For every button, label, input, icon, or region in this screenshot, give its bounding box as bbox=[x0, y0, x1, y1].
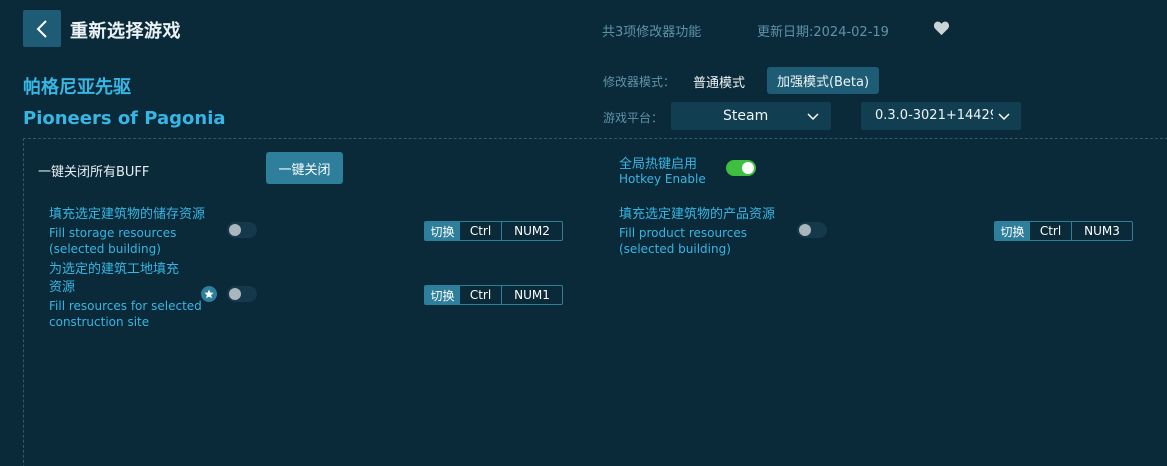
version-value: 0.3.0-3021+144293 bbox=[875, 108, 993, 123]
toggle-knob bbox=[742, 162, 754, 174]
cheat-storage-label-en: Fill storage resources bbox=[49, 226, 177, 240]
hotkey-modifier: Ctrl bbox=[460, 222, 502, 240]
chevron-left-icon bbox=[36, 19, 47, 38]
cheat-product-toggle[interactable] bbox=[797, 222, 827, 238]
cheat-storage-label-cn: 填充选定建筑物的储存资源 bbox=[49, 207, 206, 222]
hotkey-switch-label: 切换 bbox=[995, 222, 1030, 240]
heart-icon[interactable] bbox=[933, 20, 950, 36]
cheat-product-label-en-2: (selected building) bbox=[619, 242, 731, 256]
mode-label: 修改器模式： bbox=[603, 75, 676, 89]
hotkey-switch-label: 切换 bbox=[425, 222, 460, 240]
chevron-down-icon bbox=[998, 113, 1010, 121]
hotkey-modifier: Ctrl bbox=[1030, 222, 1072, 240]
cheat-construction-label-en-2: construction site bbox=[49, 315, 150, 329]
cheat-construction-label-cn-2: 资源 bbox=[49, 280, 76, 295]
hotkey-label-cn: 全局热键启用 bbox=[619, 157, 698, 172]
chevron-down-icon bbox=[807, 113, 819, 121]
hotkey-key: NUM2 bbox=[514, 224, 550, 238]
cheat-storage-toggle[interactable] bbox=[227, 222, 257, 238]
toggle-knob bbox=[229, 288, 241, 300]
cheat-construction-hotkey[interactable]: 切换 Ctrl NUM1 bbox=[424, 285, 563, 305]
hotkey-switch-label: 切换 bbox=[425, 286, 460, 304]
close-all-button[interactable]: 一键关闭 bbox=[266, 152, 343, 184]
cheat-product-hotkey[interactable]: 切换 Ctrl NUM3 bbox=[994, 221, 1133, 241]
cheat-storage-hotkey[interactable]: 切换 Ctrl NUM2 bbox=[424, 221, 563, 241]
version-select[interactable]: 0.3.0-3021+144293 bbox=[861, 102, 1021, 130]
platform-value: Steam bbox=[723, 108, 769, 124]
cheat-storage-label-en-2: (selected building) bbox=[49, 242, 161, 256]
toggle-knob bbox=[799, 224, 811, 236]
platform-select[interactable]: Steam bbox=[671, 102, 831, 130]
toggle-knob bbox=[229, 224, 241, 236]
cheat-construction-toggle[interactable] bbox=[227, 286, 257, 302]
hotkey-key: NUM1 bbox=[514, 288, 550, 302]
close-all-label: 一键关闭所有BUFF bbox=[38, 165, 150, 180]
platform-label: 游戏平台： bbox=[603, 111, 664, 125]
hotkey-key: NUM3 bbox=[1084, 224, 1120, 238]
cheat-construction-label-en: Fill resources for selected bbox=[49, 299, 202, 313]
hotkey-label-en: Hotkey Enable bbox=[619, 172, 706, 186]
feature-count: 共3项修改器功能 bbox=[602, 25, 702, 40]
cheat-product-label-en: Fill product resources bbox=[619, 226, 747, 240]
hotkey-toggle[interactable] bbox=[726, 160, 756, 176]
mode-normal-button[interactable]: 普通模式 bbox=[684, 68, 754, 94]
star-icon bbox=[201, 286, 217, 302]
cheat-product-label-cn: 填充选定建筑物的产品资源 bbox=[619, 207, 776, 222]
game-title-en: Pioneers of Pagonia bbox=[23, 108, 226, 129]
game-title-cn: 帕格尼亚先驱 bbox=[23, 77, 131, 98]
mode-enhanced-button[interactable]: 加强模式(Beta) bbox=[767, 67, 879, 94]
page-title: 重新选择游戏 bbox=[70, 21, 181, 42]
hotkey-modifier: Ctrl bbox=[460, 286, 502, 304]
cheat-construction-label-cn: 为选定的建筑工地填充 bbox=[49, 262, 180, 277]
update-date: 更新日期:2024-02-19 bbox=[757, 25, 889, 40]
back-button[interactable] bbox=[23, 10, 61, 47]
